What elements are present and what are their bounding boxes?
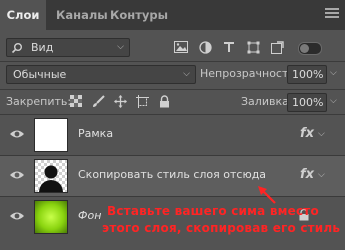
effects-chevron-icon[interactable]: ⌵ [318, 129, 325, 139]
opacity-input[interactable]: 100% [287, 65, 327, 84]
layer-name[interactable]: Фон [78, 209, 101, 222]
layer-name[interactable]: Рамка [78, 127, 113, 140]
effects-chevron-icon[interactable]: ⌵ [318, 170, 325, 180]
filter-pixel-icon[interactable] [173, 39, 189, 55]
layer-thumbnail-green[interactable] [34, 200, 68, 234]
filter-toggle[interactable] [298, 42, 322, 55]
lock-pixels-brush-icon[interactable] [90, 93, 106, 109]
tab-paths[interactable]: Контуры [110, 0, 168, 30]
chevron-down-icon: ⌵ [117, 42, 124, 52]
blend-mode-value: Обычные [13, 68, 67, 81]
layer-effects-fx-icon[interactable]: fx [300, 167, 314, 182]
visibility-eye-icon[interactable] [9, 128, 25, 140]
fill-value: 100% [292, 96, 324, 109]
opacity-label: Непрозрачность: [200, 67, 299, 80]
divider [0, 61, 345, 62]
layer-thumbnail-silhouette[interactable] [34, 159, 68, 193]
divider [0, 89, 345, 90]
annotation-line-1: Вставьте вашего сима вместо [107, 204, 319, 218]
lock-all-icon[interactable] [156, 93, 172, 109]
fill-input[interactable]: 100% [287, 93, 327, 112]
search-icon [11, 39, 23, 59]
blend-mode-select[interactable]: Обычные ⌵ [6, 65, 196, 84]
opacity-chevron-icon[interactable]: ⌵ [330, 68, 337, 78]
opacity-value: 100% [292, 68, 324, 81]
layer-name[interactable]: Скопировать стиль слоя отсюда [78, 168, 266, 181]
filter-shape-icon[interactable] [245, 39, 261, 55]
chevron-down-icon: ⌵ [183, 69, 190, 79]
tab-bar: Слои Каналы Контуры [0, 0, 345, 30]
lock-position-move-icon[interactable] [112, 93, 128, 109]
layer-row-selected[interactable]: Скопировать стиль слоя отсюда fx ⌵ [0, 156, 345, 197]
filter-type-icon[interactable] [221, 39, 237, 55]
tab-channels[interactable]: Каналы [56, 0, 108, 30]
fill-chevron-icon[interactable]: ⌵ [330, 96, 337, 106]
panel-menu-icon[interactable] [325, 8, 339, 20]
annotation-line-2: этого слоя, скопировав его стиль [102, 221, 341, 235]
visibility-eye-icon[interactable] [9, 169, 25, 181]
fill-label: Заливка: [241, 95, 293, 108]
layer-filter-select[interactable]: Вид ⌵ [6, 38, 130, 57]
visibility-eye-icon[interactable] [9, 210, 25, 222]
toggle-knob [300, 44, 309, 53]
layer-row[interactable]: Рамка fx ⌵ [0, 115, 345, 156]
lock-artboard-icon[interactable] [134, 93, 150, 109]
filter-kind-label: Вид [31, 41, 54, 54]
layer-effects-fx-icon[interactable]: fx [300, 126, 314, 141]
layer-thumbnail[interactable] [34, 118, 68, 152]
tab-layers[interactable]: Слои [0, 0, 46, 30]
lock-transparent-icon[interactable] [68, 93, 84, 109]
filter-smart-object-icon[interactable] [269, 39, 285, 55]
filter-adjustment-icon[interactable] [197, 39, 213, 55]
lock-label: Закрепить: [6, 95, 72, 108]
